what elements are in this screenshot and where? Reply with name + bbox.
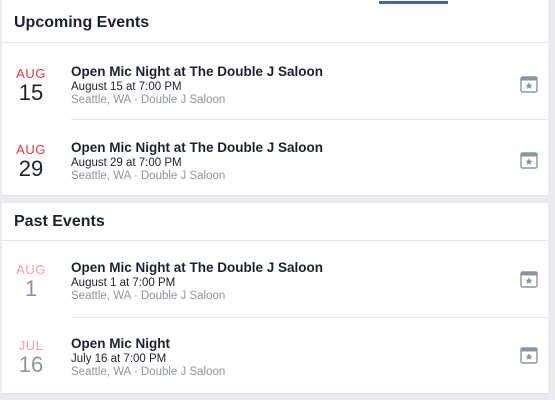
event-place: Seattle, WA · Double J Saloon: [71, 366, 226, 378]
event-time: August 1 at 7:00 PM: [71, 277, 176, 289]
event-info: Open Mic Night at The Double J Saloon Au…: [71, 64, 323, 107]
event-date-badge: AUG 1: [8, 262, 54, 301]
calendar-star-icon[interactable]: [520, 346, 538, 364]
event-row[interactable]: AUG 15 Open Mic Night at The Double J Sa…: [2, 43, 548, 119]
event-title[interactable]: Open Mic Night: [71, 336, 225, 352]
calendar-star-icon[interactable]: [520, 75, 538, 93]
calendar-star-icon[interactable]: [520, 151, 538, 169]
event-title[interactable]: Open Mic Night at The Double J Saloon: [71, 260, 323, 276]
event-title[interactable]: Open Mic Night at The Double J Saloon: [71, 140, 323, 156]
event-place: Seattle, WA · Double J Saloon: [71, 290, 226, 302]
event-row[interactable]: JUL 16 Open Mic Night July 16 at 7:00 PM…: [2, 317, 548, 393]
upcoming-events-card: Upcoming Events AUG 15 Open Mic Night at…: [2, 4, 548, 196]
event-day: 15: [18, 80, 44, 105]
event-place: Seattle, WA · Double J Saloon: [71, 170, 226, 182]
event-month: AUG: [16, 66, 46, 81]
upcoming-events-heading: Upcoming Events: [2, 4, 548, 43]
calendar-star-icon[interactable]: [520, 270, 538, 288]
event-day: 16: [18, 352, 44, 377]
event-day: 1: [24, 276, 38, 301]
event-date-badge: JUL 16: [8, 338, 54, 377]
event-place: Seattle, WA · Double J Saloon: [71, 94, 226, 106]
event-title[interactable]: Open Mic Night at The Double J Saloon: [71, 64, 323, 80]
event-row[interactable]: AUG 29 Open Mic Night at The Double J Sa…: [2, 119, 548, 195]
event-month: AUG: [16, 142, 46, 157]
event-time: August 29 at 7:00 PM: [71, 157, 182, 169]
event-month: AUG: [16, 262, 46, 277]
event-row[interactable]: AUG 1 Open Mic Night at The Double J Sal…: [2, 241, 548, 317]
event-time: August 15 at 7:00 PM: [71, 81, 182, 93]
past-events-card: Past Events AUG 1 Open Mic Night at The …: [2, 203, 548, 394]
event-info: Open Mic Night at The Double J Saloon Au…: [71, 260, 323, 303]
event-info: Open Mic Night at The Double J Saloon Au…: [71, 140, 323, 183]
event-day: 29: [18, 156, 44, 181]
event-date-badge: AUG 29: [8, 142, 54, 181]
event-info: Open Mic Night July 16 at 7:00 PM Seattl…: [71, 336, 225, 379]
event-date-badge: AUG 15: [8, 66, 54, 105]
event-month: JUL: [18, 338, 44, 353]
events-page: Upcoming Events AUG 15 Open Mic Night at…: [0, 0, 555, 400]
past-events-heading: Past Events: [2, 203, 548, 241]
event-time: July 16 at 7:00 PM: [71, 353, 167, 365]
